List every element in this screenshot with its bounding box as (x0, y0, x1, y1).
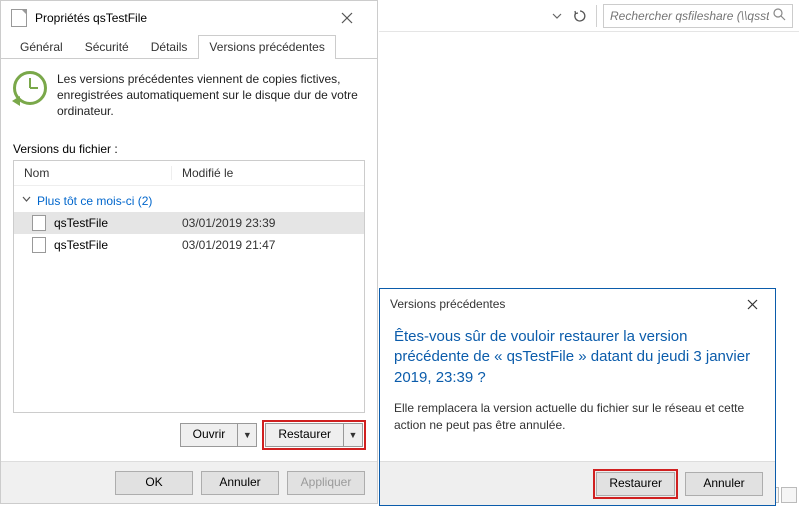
cancel-button[interactable]: Annuler (201, 471, 279, 495)
file-date: 03/01/2019 23:39 (182, 216, 275, 230)
description-text: Les versions précédentes viennent de cop… (57, 71, 365, 120)
confirm-cancel-button[interactable]: Annuler (685, 472, 763, 496)
list-item[interactable]: qsTestFile 03/01/2019 21:47 (14, 234, 364, 256)
action-row: Ouvrir ▼ Restaurer ▼ (13, 413, 365, 453)
confirm-heading: Êtes-vous sûr de vouloir restaurer la ve… (394, 327, 761, 388)
file-name: qsTestFile (54, 216, 182, 230)
dropdown-arrow-icon[interactable]: ▼ (238, 424, 256, 446)
restore-button[interactable]: Restaurer ▼ (265, 423, 363, 447)
tab-security[interactable]: Sécurité (74, 35, 140, 58)
confirm-title-text: Versions précédentes (390, 297, 505, 311)
list-header: Nom Modifié le (14, 161, 364, 186)
chevron-down-icon (22, 195, 31, 207)
list-body: Plus tôt ce mois-ci (2) qsTestFile 03/01… (14, 186, 364, 412)
addressbar-dropdown-icon[interactable] (550, 5, 564, 27)
refresh-icon[interactable] (570, 6, 590, 26)
confirm-restore-button[interactable]: Restaurer (596, 472, 675, 496)
file-date: 03/01/2019 21:47 (182, 238, 275, 252)
search-input[interactable] (610, 9, 769, 23)
tab-general[interactable]: Général (9, 35, 74, 58)
ok-button[interactable]: OK (115, 471, 193, 495)
open-label: Ouvrir (181, 424, 239, 446)
confirm-dialog: Versions précédentes Êtes-vous sûr de vo… (379, 288, 776, 506)
view-large-icon[interactable] (781, 487, 797, 503)
file-icon (11, 9, 27, 27)
close-button[interactable] (327, 4, 367, 32)
versions-list: Nom Modifié le Plus tôt ce mois-ci (2) q… (13, 160, 365, 413)
tab-previous-versions[interactable]: Versions précédentes (198, 35, 335, 58)
search-field[interactable] (603, 4, 793, 28)
group-header[interactable]: Plus tôt ce mois-ci (2) (14, 190, 364, 212)
open-button[interactable]: Ouvrir ▼ (180, 423, 258, 447)
divider (596, 5, 597, 27)
versions-label: Versions du fichier : (13, 142, 365, 156)
tab-content: Les versions précédentes viennent de cop… (1, 59, 377, 461)
properties-dialog: Propriétés qsTestFile Général Sécurité D… (0, 0, 378, 504)
restore-label: Restaurer (266, 424, 344, 446)
confirm-body: Êtes-vous sûr de vouloir restaurer la ve… (380, 319, 775, 461)
titlebar: Propriétés qsTestFile (1, 1, 377, 35)
dialog-button-row: OK Annuler Appliquer (1, 461, 377, 503)
tab-bar: Général Sécurité Détails Versions précéd… (1, 35, 377, 59)
tab-details[interactable]: Détails (140, 35, 199, 58)
apply-button: Appliquer (287, 471, 365, 495)
file-icon (32, 215, 46, 231)
group-label: Plus tôt ce mois-ci (2) (37, 194, 152, 208)
confirm-titlebar: Versions précédentes (380, 289, 775, 319)
confirm-text: Elle remplacera la version actuelle du f… (394, 400, 761, 434)
file-icon (32, 237, 46, 253)
search-icon (773, 8, 786, 24)
explorer-toolbar (379, 0, 799, 32)
confirm-button-row: Restaurer Annuler (380, 461, 775, 505)
column-name[interactable]: Nom (14, 166, 172, 180)
window-title: Propriétés qsTestFile (35, 11, 147, 25)
restore-clock-icon (13, 71, 47, 105)
close-button[interactable] (739, 292, 765, 316)
dropdown-arrow-icon[interactable]: ▼ (344, 424, 362, 446)
column-modified-label: Modifié le (182, 166, 233, 180)
file-name: qsTestFile (54, 238, 182, 252)
list-item[interactable]: qsTestFile 03/01/2019 23:39 (14, 212, 364, 234)
column-modified[interactable]: Modifié le (172, 166, 249, 180)
